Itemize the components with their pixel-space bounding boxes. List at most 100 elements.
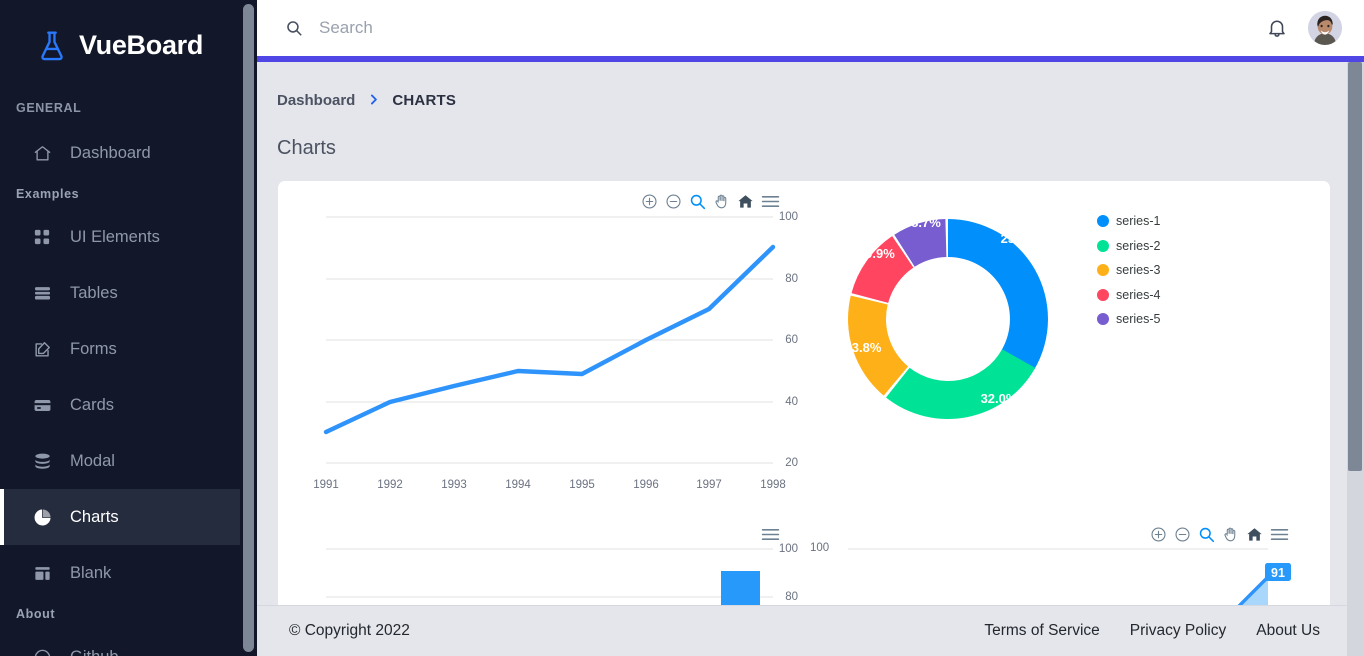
footer-link-about[interactable]: About Us: [1256, 622, 1320, 640]
sidebar: VueBoard GENERAL Dashboard Examples UI E…: [0, 0, 257, 656]
sidebar-item-label: Blank: [70, 563, 112, 582]
layers-icon: [32, 451, 52, 471]
sidebar-item-charts[interactable]: Charts: [0, 489, 240, 545]
zoom-out-icon[interactable]: [1174, 526, 1191, 543]
chart-row-top: 100 80 60 40 20 1991 1992 1993 1994 1995…: [278, 189, 1330, 519]
legend-color-dot: [1097, 264, 1109, 276]
search-bar[interactable]: [285, 18, 1264, 38]
sidebar-item-label: Modal: [70, 451, 115, 470]
line-xtick: 1994: [505, 479, 531, 491]
sidebar-scrollbar[interactable]: [243, 0, 254, 656]
sidebar-item-blank[interactable]: Blank: [0, 545, 240, 601]
grid-icon: [32, 227, 52, 247]
flask-icon: [37, 30, 67, 62]
footer-link-terms[interactable]: Terms of Service: [984, 622, 1099, 640]
copyright-text: © Copyright 2022: [289, 622, 410, 639]
home-icon: [32, 143, 52, 163]
area-chart[interactable]: 91 100: [798, 519, 1330, 605]
breadcrumb: Dashboard CHARTS: [257, 62, 1364, 109]
legend-item[interactable]: series-2: [1097, 239, 1160, 253]
line-chart-plot: 100 80 60 40 20 1991 1992 1993 1994 1995…: [278, 189, 798, 519]
legend-label: series-1: [1116, 214, 1161, 228]
hamburger-menu-icon[interactable]: [1270, 526, 1289, 543]
sidebar-item-label: Tables: [70, 283, 118, 302]
sidebar-item-github[interactable]: Github: [0, 629, 240, 656]
legend-color-dot: [1097, 239, 1109, 252]
chart-row-bottom: 100 80 91 100: [278, 519, 1330, 605]
hamburger-menu-icon[interactable]: [761, 526, 780, 543]
legend-item[interactable]: series-5: [1097, 312, 1160, 326]
blank-layout-icon: [32, 563, 52, 583]
breadcrumb-dashboard[interactable]: Dashboard: [277, 92, 355, 109]
line-chart-toolbar: [641, 193, 780, 210]
reset-home-icon[interactable]: [737, 193, 754, 210]
legend-label: series-3: [1116, 263, 1161, 277]
pan-icon[interactable]: [1222, 526, 1239, 543]
reset-home-icon[interactable]: [1246, 526, 1263, 543]
sidebar-item-dashboard[interactable]: Dashboard: [0, 125, 240, 181]
sidebar-section-about: About: [16, 607, 56, 621]
breadcrumb-current: CHARTS: [392, 92, 457, 109]
sidebar-item-forms[interactable]: Forms: [0, 321, 240, 377]
donut-label-series-5: 8.7%: [911, 215, 941, 230]
area-chart-toolbar: [1150, 526, 1289, 543]
donut-chart-svg: 25.6% 32.0% 23.8% 9.9% 8.7%: [845, 215, 1048, 420]
footer-link-privacy[interactable]: Privacy Policy: [1130, 622, 1226, 640]
search-input[interactable]: [319, 18, 779, 38]
zoom-in-icon[interactable]: [641, 193, 658, 210]
donut-label-series-1: 25.6%: [1001, 231, 1038, 246]
line-xtick: 1992: [377, 479, 403, 491]
legend-label: series-5: [1116, 312, 1161, 326]
sidebar-item-ui-elements[interactable]: UI Elements: [0, 209, 240, 265]
topbar: [257, 0, 1364, 56]
sidebar-item-label: Cards: [70, 395, 115, 414]
bar-ytick-100: 100: [778, 543, 798, 555]
line-xtick: 1995: [569, 479, 595, 491]
brand[interactable]: VueBoard: [0, 0, 240, 97]
line-xtick: 1991: [313, 479, 339, 491]
search-icon: [285, 19, 303, 37]
line-xtick: 1996: [633, 479, 659, 491]
sidebar-scrollbar-thumb[interactable]: [243, 4, 254, 652]
topbar-actions: [1264, 11, 1342, 45]
legend-item[interactable]: series-4: [1097, 288, 1160, 302]
line-ytick-20: 20: [785, 457, 798, 469]
chevron-right-icon: [367, 93, 380, 109]
main-scrollbar[interactable]: [1347, 62, 1364, 656]
sidebar-item-cards[interactable]: Cards: [0, 377, 240, 433]
selection-zoom-icon[interactable]: [1198, 526, 1215, 543]
brand-name: VueBoard: [78, 30, 204, 60]
footer: © Copyright 2022 Terms of Service Privac…: [257, 605, 1364, 656]
line-ytick-80: 80: [785, 273, 798, 285]
main-area: Dashboard CHARTS Charts: [257, 0, 1364, 656]
legend-item[interactable]: series-1: [1097, 214, 1160, 228]
area-data-label: 91: [1271, 566, 1285, 580]
zoom-in-icon[interactable]: [1150, 526, 1167, 543]
donut-chart[interactable]: 25.6% 32.0% 23.8% 9.9% 8.7% series-1 ser…: [798, 189, 1330, 519]
sidebar-item-label: Dashboard: [70, 143, 151, 162]
selection-zoom-icon[interactable]: [689, 193, 706, 210]
sidebar-section-general: GENERAL: [16, 101, 82, 115]
sidebar-item-tables[interactable]: Tables: [0, 265, 240, 321]
zoom-out-icon[interactable]: [665, 193, 682, 210]
pan-icon[interactable]: [713, 193, 730, 210]
bar-chart-toolbar: [761, 526, 780, 543]
legend-color-dot: [1097, 313, 1109, 325]
line-xtick: 1993: [441, 479, 467, 491]
hamburger-menu-icon[interactable]: [761, 193, 780, 210]
bar-chart[interactable]: 100 80: [278, 519, 798, 605]
area-ytick-100: 100: [810, 542, 830, 554]
avatar[interactable]: [1308, 11, 1342, 45]
bell-icon[interactable]: [1264, 15, 1290, 41]
donut-slice-series-2: [886, 349, 1036, 420]
legend-item[interactable]: series-3: [1097, 263, 1160, 277]
main-scrollbar-thumb[interactable]: [1348, 62, 1362, 471]
line-xtick: 1998: [760, 479, 786, 491]
card-icon: [32, 395, 52, 415]
line-xtick: 1997: [696, 479, 722, 491]
table-icon: [32, 283, 52, 303]
sidebar-item-modal[interactable]: Modal: [0, 433, 240, 489]
sidebar-item-label: Github: [70, 648, 119, 656]
sidebar-item-label: Forms: [70, 339, 117, 358]
line-chart[interactable]: 100 80 60 40 20 1991 1992 1993 1994 1995…: [278, 189, 798, 519]
